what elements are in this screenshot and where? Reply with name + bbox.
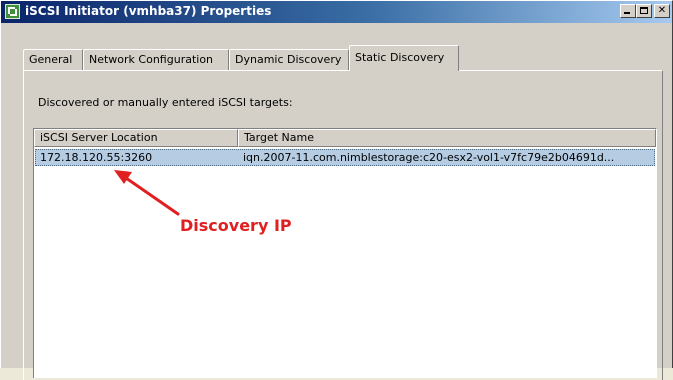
annotation-label: Discovery IP <box>180 216 292 235</box>
tab-static-discovery[interactable]: Static Discovery <box>349 45 459 71</box>
close-button[interactable]: ✕ <box>654 4 670 18</box>
server-location-cell: 172.18.120.55:3260 <box>40 151 153 164</box>
tab-label: Network Configuration <box>89 53 214 66</box>
table-row[interactable]: 172.18.120.55:3260 iqn.2007-11.com.nimbl… <box>35 149 655 166</box>
tab-network-configuration[interactable]: Network Configuration <box>83 49 229 70</box>
minimize-button[interactable] <box>620 4 636 18</box>
column-header-target-name[interactable]: Target Name <box>238 129 656 147</box>
tab-general[interactable]: General <box>23 49 83 70</box>
maximize-button[interactable] <box>636 4 652 18</box>
tab-label: Dynamic Discovery <box>235 53 342 66</box>
targets-list[interactable]: iSCSI Server Location Target Name 172.18… <box>33 128 657 378</box>
list-header: iSCSI Server Location Target Name <box>34 129 656 147</box>
tab-dynamic-discovery[interactable]: Dynamic Discovery <box>229 49 349 70</box>
tab-label: Static Discovery <box>355 51 445 64</box>
tab-label: General <box>29 53 73 66</box>
vmware-app-icon <box>5 4 20 19</box>
targets-description: Discovered or manually entered iSCSI tar… <box>38 96 293 109</box>
target-name-cell: iqn.2007-11.com.nimblestorage:c20-esx2-v… <box>243 151 615 164</box>
window-title: iSCSI Initiator (vmhba37) Properties <box>25 4 272 18</box>
column-header-server-location[interactable]: iSCSI Server Location <box>34 129 238 147</box>
properties-window: iSCSI Initiator (vmhba37) Properties ✕ G… <box>0 0 673 380</box>
title-bar[interactable]: iSCSI Initiator (vmhba37) Properties ✕ <box>1 1 672 23</box>
